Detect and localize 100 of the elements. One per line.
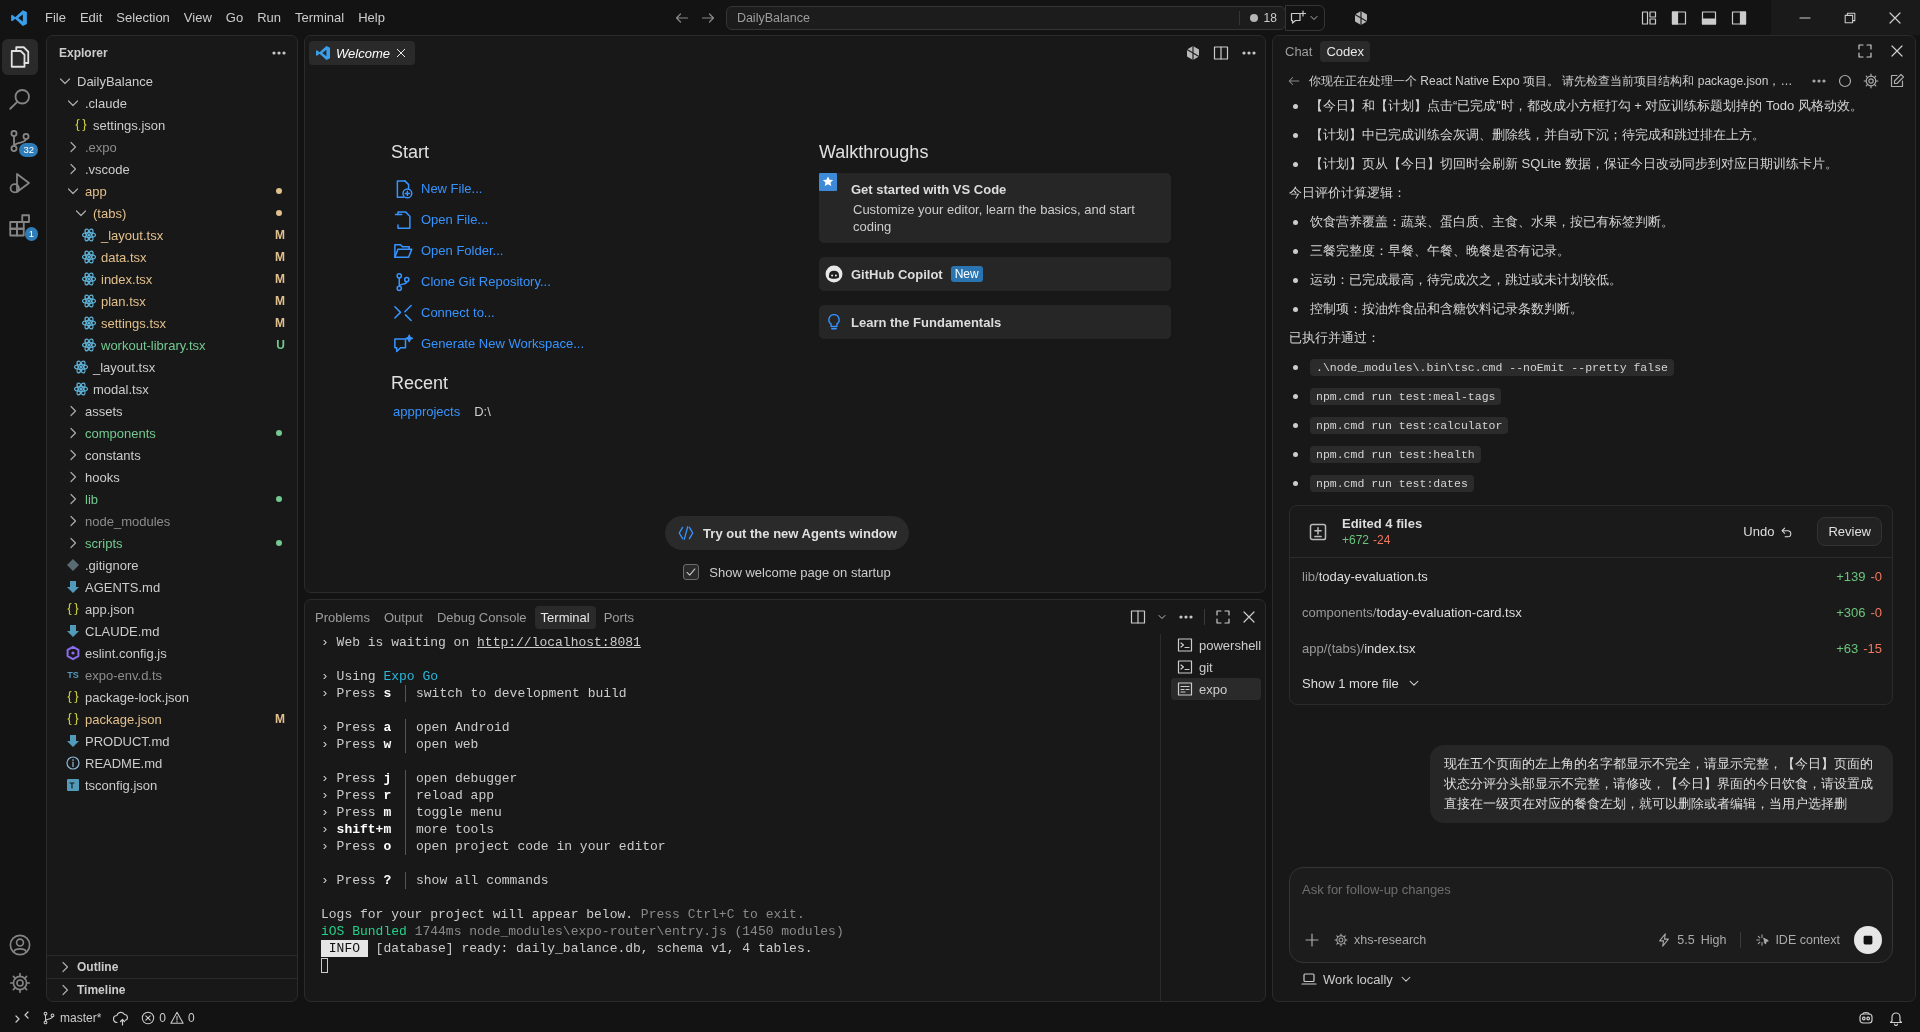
tree-item[interactable]: assets <box>47 400 297 422</box>
panel-tab[interactable]: Terminal <box>534 605 596 629</box>
start-link[interactable]: New File... <box>421 181 483 196</box>
tree-item[interactable]: settings.tsx M <box>47 312 297 334</box>
maximize-icon[interactable] <box>1215 609 1231 625</box>
maximize-icon[interactable] <box>1857 43 1873 59</box>
walkthrough-card[interactable]: Get started with VS Code Customize your editor, learn the basics, and start coding <box>819 173 1171 243</box>
show-more-button[interactable]: Show 1 more file <box>1290 666 1433 700</box>
branch-icon[interactable] <box>393 271 413 292</box>
context-toggle[interactable]: IDE context <box>1755 933 1840 947</box>
terminal-list-item[interactable]: git <box>1171 656 1261 678</box>
problems-status[interactable]: 0 0 <box>141 1011 195 1025</box>
section-header[interactable]: Timeline <box>47 978 297 1001</box>
tree-item[interactable]: _layout.tsx M <box>47 224 297 246</box>
chat-tab[interactable]: Codex <box>1320 40 1371 62</box>
layout-icon[interactable] <box>1641 9 1657 26</box>
close-icon[interactable] <box>1889 43 1905 59</box>
model-selector[interactable]: 5.5 High <box>1657 933 1727 947</box>
tree-item[interactable]: DailyBalance <box>47 70 297 92</box>
tree-item[interactable]: modal.tsx <box>47 378 297 400</box>
tree-item[interactable]: app.json <box>47 598 297 620</box>
panel-tab[interactable]: Debug Console <box>430 605 533 629</box>
remote-icon[interactable] <box>393 302 413 323</box>
settings-icon[interactable] <box>1863 73 1879 89</box>
tree-item[interactable]: lib <box>47 488 297 510</box>
walkthrough-card[interactable]: GitHub Copilot New <box>819 257 1171 291</box>
terminal-list-item[interactable]: expo <box>1171 678 1261 700</box>
start-link[interactable]: Clone Git Repository... <box>421 274 551 289</box>
activity-bar-item[interactable]: 1 <box>2 207 38 243</box>
menu-item[interactable]: Run <box>250 7 288 28</box>
panel-tab[interactable]: Output <box>377 605 429 629</box>
tree-item[interactable]: PRODUCT.md <box>47 730 297 752</box>
review-button[interactable]: Review <box>1817 517 1882 546</box>
tree-item[interactable]: app <box>47 180 297 202</box>
menu-item[interactable]: Go <box>218 7 251 28</box>
menu-item[interactable]: Selection <box>109 7 177 28</box>
chat-icon[interactable] <box>1289 9 1306 26</box>
menu-item[interactable]: File <box>38 7 73 28</box>
menu-item[interactable]: View <box>176 7 219 28</box>
start-link[interactable]: Connect to... <box>421 305 495 320</box>
agent-selector[interactable]: xhs-research <box>1334 933 1427 947</box>
menu-item[interactable]: Help <box>351 7 392 28</box>
editor-tab[interactable]: Welcome <box>309 41 415 65</box>
tree-item[interactable]: constants <box>47 444 297 466</box>
menu-item[interactable]: Edit <box>72 7 110 28</box>
tree-item[interactable]: .expo <box>47 136 297 158</box>
bell-icon[interactable] <box>1888 1010 1904 1026</box>
activity-bar-item[interactable]: 32 <box>2 123 38 159</box>
restore-icon[interactable] <box>1843 10 1857 25</box>
activity-bar-item[interactable] <box>2 39 38 75</box>
back-arrow-icon[interactable] <box>1287 74 1301 88</box>
tree-item[interactable]: tsconfig.json <box>47 774 297 796</box>
undo-button[interactable]: Undo <box>1743 524 1794 539</box>
tree-item[interactable]: .vscode <box>47 158 297 180</box>
settings-icon[interactable] <box>9 972 31 994</box>
panel-tab[interactable]: Ports <box>597 605 641 629</box>
file-path[interactable]: components/today-evaluation-card.tsx <box>1302 604 1522 620</box>
new-chat-icon[interactable] <box>1889 73 1905 89</box>
tree-item[interactable]: TS expo-env.d.ts <box>47 664 297 686</box>
copilot-icon[interactable] <box>1858 1010 1874 1026</box>
split-terminal-icon[interactable] <box>1130 609 1146 625</box>
recent-link[interactable]: appprojects <box>393 404 461 419</box>
tree-item[interactable]: node_modules <box>47 510 297 532</box>
tree-item[interactable]: scripts <box>47 532 297 554</box>
file-path[interactable]: lib/today-evaluation.ts <box>1302 568 1428 584</box>
cloud-upload-icon[interactable] <box>113 1010 130 1026</box>
tree-item[interactable]: workout-library.tsx U <box>47 334 297 356</box>
tree-item[interactable]: CLAUDE.md <box>47 620 297 642</box>
file-path[interactable]: app/(tabs)/index.tsx <box>1302 640 1416 656</box>
tree-item[interactable]: .gitignore <box>47 554 297 576</box>
panel-tab[interactable]: Problems <box>309 605 376 629</box>
branch-status[interactable]: master* <box>42 1011 102 1025</box>
toggle-panel-icon[interactable] <box>1701 9 1717 26</box>
tree-item[interactable]: data.tsx M <box>47 246 297 268</box>
stop-button[interactable] <box>1854 926 1882 954</box>
tree-item[interactable]: .claude <box>47 92 297 114</box>
tree-item[interactable]: eslint.config.js <box>47 642 297 664</box>
tree-item[interactable]: components <box>47 422 297 444</box>
chat-tab[interactable]: Chat <box>1279 40 1319 62</box>
plus-icon[interactable] <box>1304 932 1320 948</box>
tree-item[interactable]: README.md <box>47 752 297 774</box>
hexagon-logo-icon[interactable] <box>1352 9 1369 26</box>
split-editor-icon[interactable] <box>1213 45 1229 61</box>
tree-item[interactable]: package-lock.json <box>47 686 297 708</box>
walkthrough-card[interactable]: Learn the Fundamentals <box>819 305 1171 339</box>
tree-item[interactable]: plan.tsx M <box>47 290 297 312</box>
start-link[interactable]: Generate New Workspace... <box>421 336 585 351</box>
tree-item[interactable]: hooks <box>47 466 297 488</box>
hexagon-logo-icon[interactable] <box>1185 45 1201 61</box>
tree-item[interactable]: (tabs) <box>47 202 297 224</box>
work-mode-selector[interactable]: Work locally <box>1301 971 1413 987</box>
chat-input[interactable]: Ask for follow-up changes xhs-research 5.5 High IDE context <box>1289 867 1893 963</box>
tree-item[interactable]: settings.json <box>47 114 297 136</box>
tree-item[interactable]: index.tsx M <box>47 268 297 290</box>
toggle-sidebar-icon[interactable] <box>1671 9 1687 26</box>
tree-item[interactable]: AGENTS.md <box>47 576 297 598</box>
terminal-link[interactable]: http://localhost:8081 <box>477 634 641 651</box>
close-icon[interactable] <box>394 47 407 59</box>
agents-window-button[interactable]: Try out the new Agents window <box>665 516 909 550</box>
tree-item[interactable]: _layout.tsx <box>47 356 297 378</box>
